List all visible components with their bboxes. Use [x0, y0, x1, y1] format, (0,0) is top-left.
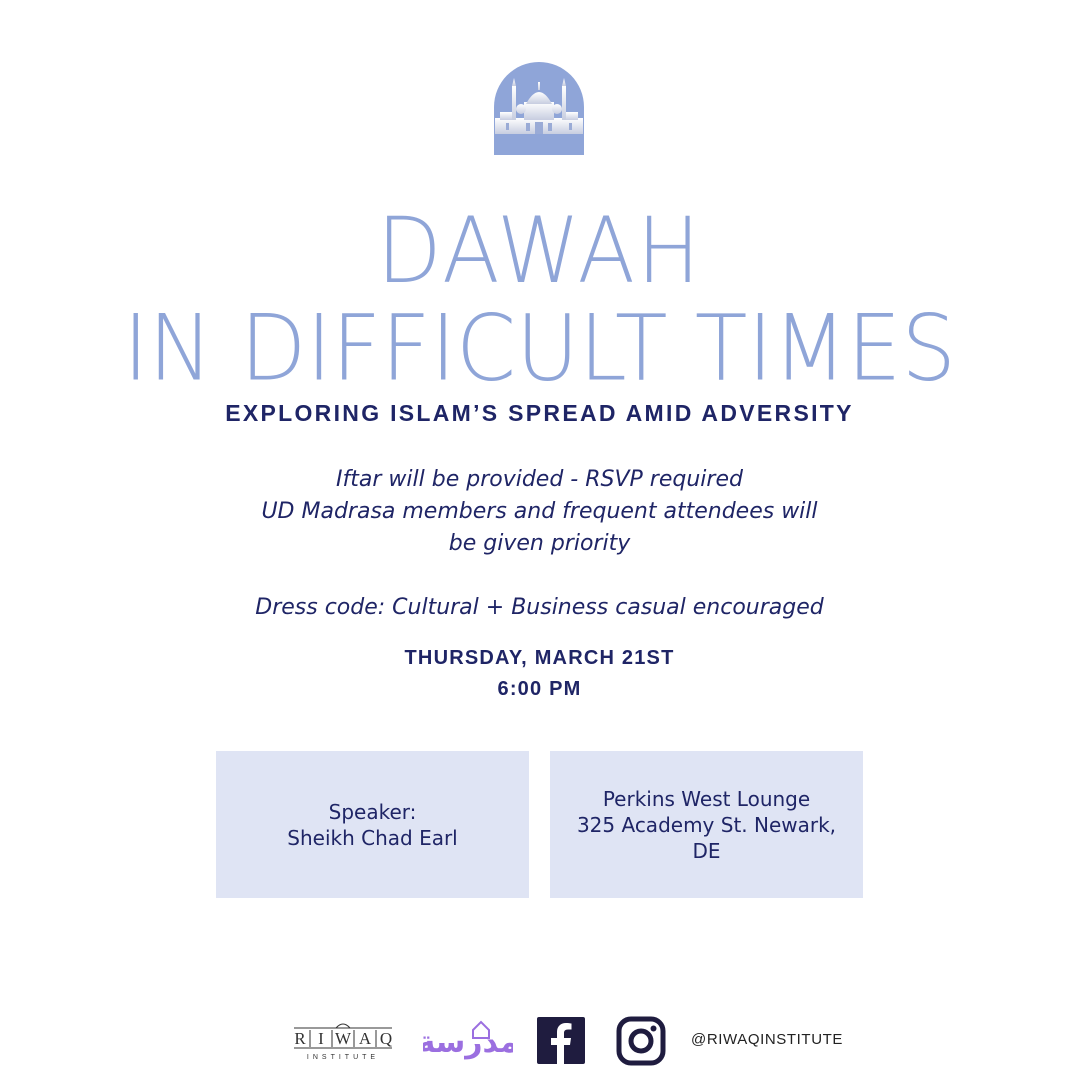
venue-name: Perkins West Lounge: [602, 786, 811, 811]
title-line-2: IN DIFFICULT TIMES: [123, 296, 956, 402]
social-handle[interactable]: @RIWAQINSTITUTE: [691, 1031, 843, 1048]
event-date: THURSDAY, MARCH 21ST: [404, 647, 675, 669]
speaker-card: Speaker: Sheikh Chad Earl: [216, 751, 529, 898]
title-line-1: DAWAH: [376, 198, 703, 304]
venue-state: DE: [692, 838, 721, 863]
facebook-icon[interactable]: [537, 1017, 585, 1064]
priority-note-line-2: be given priority: [448, 531, 631, 556]
mosque-emblem: [494, 62, 584, 155]
venue-address: 325 Academy St. Newark,: [576, 812, 837, 837]
dress-code-note: Dress code: Cultural + Business casual e…: [255, 595, 824, 620]
priority-note-line-1: UD Madrasa members and frequent attendee…: [261, 499, 818, 524]
riwaq-letter: Q: [380, 1029, 392, 1048]
riwaq-letter: W: [335, 1029, 352, 1048]
riwaq-institute-sub: INSTITUTE: [307, 1054, 379, 1061]
venue-card: Perkins West Lounge 325 Academy St. Newa…: [550, 751, 863, 898]
subtitle: EXPLORING ISLAM’S SPREAD AMID ADVERSITY: [225, 400, 854, 426]
iftar-note: Iftar will be provided - RSVP required: [336, 467, 743, 492]
instagram-icon[interactable]: [616, 1016, 666, 1066]
riwaq-letter: R: [294, 1029, 306, 1048]
mosque-icon: [494, 62, 584, 155]
riwaq-institute-logo: R I W A Q INSTITUTE: [286, 1020, 400, 1062]
riwaq-letter: A: [359, 1029, 372, 1048]
madrasa-logo: مدرسة: [418, 1018, 518, 1062]
event-time: 6:00 PM: [497, 678, 582, 700]
madrasa-logo-text: مدرسة: [423, 1025, 513, 1060]
speaker-name: Sheikh Chad Earl: [287, 825, 458, 850]
speaker-label: Speaker:: [328, 799, 417, 824]
riwaq-letter: I: [318, 1029, 324, 1048]
